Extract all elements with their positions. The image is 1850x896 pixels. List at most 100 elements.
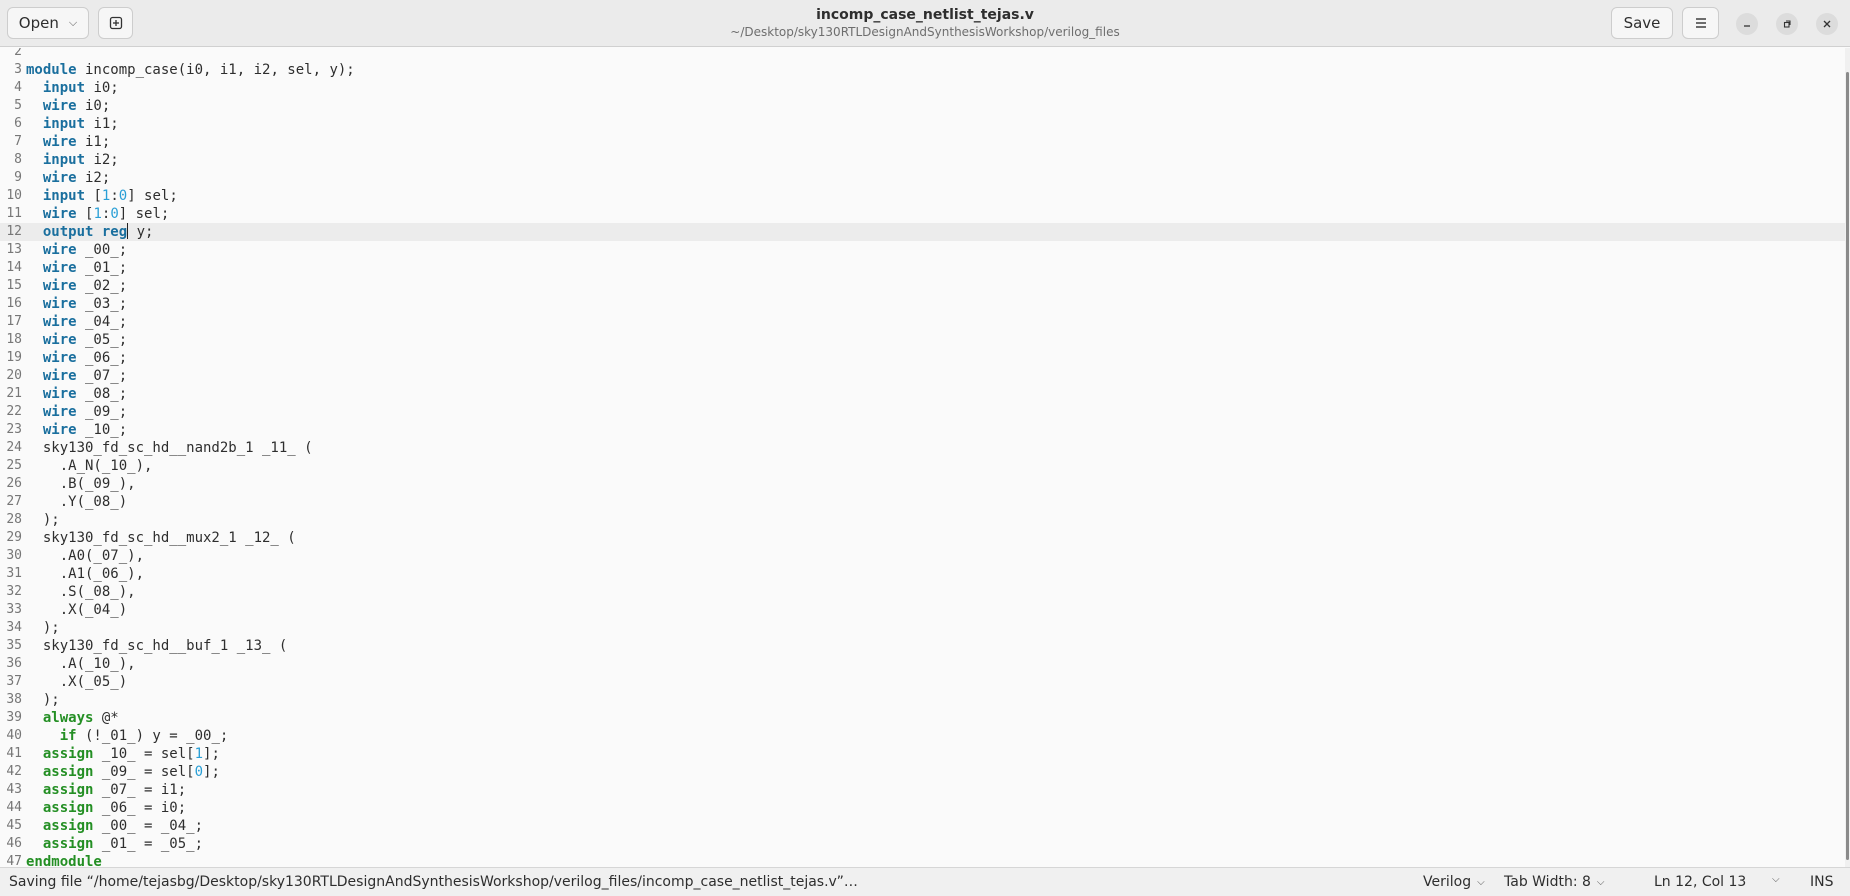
save-button[interactable]: Save: [1611, 7, 1673, 39]
line-code: .B(_09_),: [26, 475, 136, 493]
code-line[interactable]: 34 );: [0, 619, 1845, 637]
code-token: :: [110, 188, 119, 204]
code-line[interactable]: 36 .A(_10_),: [0, 655, 1845, 673]
code-line[interactable]: 24 sky130_fd_sc_hd__nand2b_1 _11_ (: [0, 439, 1845, 457]
code-line[interactable]: 20 wire _07_;: [0, 367, 1845, 385]
code-line[interactable]: 47 endmodule: [0, 853, 1845, 867]
keyword-token: wire: [42, 98, 77, 114]
code-line[interactable]: 38 );: [0, 691, 1845, 709]
keyword-token: module: [26, 62, 77, 78]
code-line[interactable]: 44 assign _06_ = i0;: [0, 799, 1845, 817]
code-line[interactable]: 35 sky130_fd_sc_hd__buf_1 _13_ (: [0, 637, 1845, 655]
line-code: wire i1;: [26, 133, 110, 151]
code-line[interactable]: 3 module incomp_case(i0, i1, i2, sel, y);: [0, 61, 1845, 79]
code-line[interactable]: 42 assign _09_ = sel[0];: [0, 763, 1845, 781]
number-token: 0: [194, 764, 204, 780]
code-token: [: [85, 188, 102, 204]
number-token: 0: [118, 188, 128, 204]
code-editor[interactable]: 2 3 module incomp_case(i0, i1, i2, sel, y)…: [0, 48, 1845, 867]
cursor-position[interactable]: Ln 12, Col 13: [1654, 874, 1746, 890]
minimize-button[interactable]: [1736, 13, 1758, 35]
code-line[interactable]: 12 output reg y;: [0, 223, 1845, 241]
close-button[interactable]: [1816, 13, 1838, 35]
code-line[interactable]: 46 assign _01_ = _05_;: [0, 835, 1845, 853]
code-line[interactable]: 40 if (!_01_) y = _00_;: [0, 727, 1845, 745]
open-button[interactable]: Open ⌵: [7, 7, 89, 39]
line-number: 20: [6, 368, 22, 383]
code-line[interactable]: 31 .A1(_06_),: [0, 565, 1845, 583]
line-number: 32: [6, 584, 22, 599]
code-line[interactable]: 26 .B(_09_),: [0, 475, 1845, 493]
code-line[interactable]: 5 wire i0;: [0, 97, 1845, 115]
code-line[interactable]: 7 wire i1;: [0, 133, 1845, 151]
line-number: 24: [6, 440, 22, 455]
tab-width-selector[interactable]: Tab Width: 8 ⌵: [1504, 874, 1605, 890]
code-line[interactable]: 14 wire _01_;: [0, 259, 1845, 277]
code-line[interactable]: 11 wire [1:0] sel;: [0, 205, 1845, 223]
insert-mode-indicator[interactable]: INS: [1810, 874, 1834, 890]
line-code: .X(_04_): [26, 601, 127, 619]
code-line[interactable]: 10 input [1:0] sel;: [0, 187, 1845, 205]
keyword-token: input: [42, 188, 86, 204]
line-code: assign _06_ = i0;: [26, 799, 186, 817]
code-line[interactable]: 37 .X(_05_): [0, 673, 1845, 691]
new-tab-button[interactable]: [98, 7, 133, 39]
code-line[interactable]: 15 wire _02_;: [0, 277, 1845, 295]
code-line[interactable]: 2: [0, 48, 1845, 61]
code-line[interactable]: 18 wire _05_;: [0, 331, 1845, 349]
code-token: _06_ = i0;: [93, 800, 187, 816]
main-menu-button[interactable]: [1682, 7, 1719, 39]
code-line[interactable]: 13 wire _00_;: [0, 241, 1845, 259]
keyword-token: wire: [42, 350, 77, 366]
header-bar: Open ⌵ incomp_case_netlist_tejas.v ~/Des…: [0, 0, 1850, 47]
line-number: 9: [14, 170, 22, 185]
code-line[interactable]: 29 sky130_fd_sc_hd__mux2_1 _12_ (: [0, 529, 1845, 547]
code-line[interactable]: 43 assign _07_ = i1;: [0, 781, 1845, 799]
code-line[interactable]: 30 .A0(_07_),: [0, 547, 1845, 565]
code-line[interactable]: 25 .A_N(_10_),: [0, 457, 1845, 475]
keyword-token: assign: [42, 836, 94, 852]
code-line[interactable]: 39 always @*: [0, 709, 1845, 727]
keyword-token: always: [42, 710, 94, 726]
line-number: 28: [6, 512, 22, 527]
code-line[interactable]: 4 input i0;: [0, 79, 1845, 97]
line-number: 10: [6, 188, 22, 203]
code-line[interactable]: 27 .Y(_08_): [0, 493, 1845, 511]
code-token: );: [26, 512, 60, 528]
code-line[interactable]: 32 .S(_08_),: [0, 583, 1845, 601]
code-token: .X(_04_): [26, 602, 128, 618]
code-line[interactable]: 23 wire _10_;: [0, 421, 1845, 439]
code-line[interactable]: 22 wire _09_;: [0, 403, 1845, 421]
line-number: 42: [6, 764, 22, 779]
insert-mode-label: INS: [1810, 874, 1834, 890]
code-line[interactable]: 6 input i1;: [0, 115, 1845, 133]
code-line[interactable]: 33 .X(_04_): [0, 601, 1845, 619]
maximize-button[interactable]: [1776, 13, 1798, 35]
line-code: wire i0;: [26, 97, 110, 115]
tab-width-label: Tab Width: 8: [1504, 874, 1591, 890]
code-token: _01_ = _05_;: [93, 836, 204, 852]
code-token: i0;: [76, 98, 111, 114]
code-line[interactable]: 9 wire i2;: [0, 169, 1845, 187]
code-line[interactable]: 41 assign _10_ = sel[1];: [0, 745, 1845, 763]
code-line[interactable]: 45 assign _00_ = _04_;: [0, 817, 1845, 835]
editor-scrollbar-thumb[interactable]: [1846, 72, 1849, 860]
code-line[interactable]: 28 );: [0, 511, 1845, 529]
language-selector[interactable]: Verilog ⌵: [1423, 874, 1485, 890]
line-code: );: [26, 511, 60, 529]
code-line[interactable]: 19 wire _06_;: [0, 349, 1845, 367]
code-line[interactable]: 21 wire _08_;: [0, 385, 1845, 403]
code-line[interactable]: 8 input i2;: [0, 151, 1845, 169]
code-line[interactable]: 16 wire _03_;: [0, 295, 1845, 313]
cursor-position-dropdown[interactable]: ⌵: [1772, 874, 1780, 885]
keyword-token: endmodule: [26, 854, 102, 867]
code-line[interactable]: 17 wire _04_;: [0, 313, 1845, 331]
code-token: .Y(_08_): [26, 494, 128, 510]
